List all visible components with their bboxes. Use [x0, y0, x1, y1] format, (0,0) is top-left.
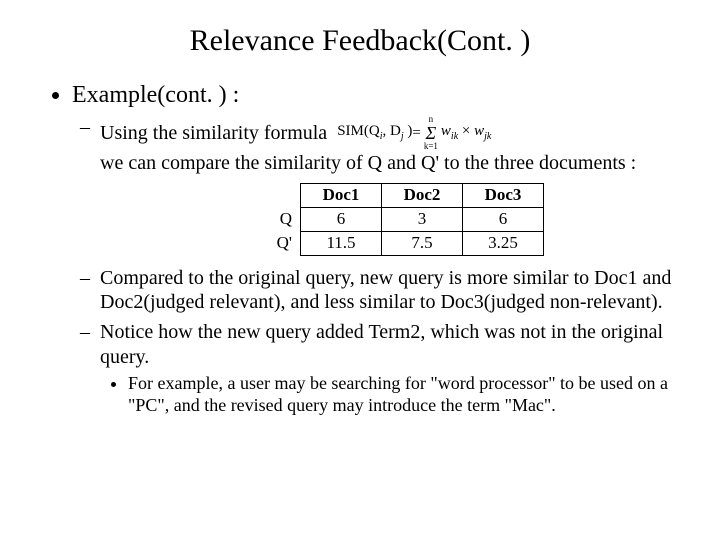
- table-header-doc3: Doc3: [463, 184, 544, 208]
- similarity-table-wrap: Doc1 Doc2 Doc3 Q 6 3 6: [220, 183, 684, 255]
- l1-item-example-text: Example(cont. ) :: [72, 82, 239, 108]
- formula-equals: =: [412, 124, 420, 142]
- l2-item-using-formula: Using the similarity formula SIM(Qi, Dj …: [100, 115, 684, 256]
- sum-lower: k=1: [424, 142, 438, 151]
- row-label-q: Q: [220, 208, 301, 232]
- cell-qprime-doc1: 11.5: [301, 231, 382, 255]
- table-header-spacer: [220, 184, 301, 208]
- similarity-table: Doc1 Doc2 Doc3 Q 6 3 6: [220, 183, 544, 255]
- bullet-list-level1: Example(cont. ) : Using the similarity f…: [36, 82, 684, 417]
- table-row: Q 6 3 6: [220, 208, 544, 232]
- slide: Relevance Feedback(Cont. ) Example(cont.…: [0, 0, 720, 540]
- l2-item1-line1: Using the similarity formula: [100, 121, 327, 145]
- formula-sim: SIM(Q: [337, 123, 380, 139]
- similarity-formula: SIM(Qi, Dj ) = n Σ k=1 wik × wjk: [337, 115, 491, 151]
- table-header-doc2: Doc2: [382, 184, 463, 208]
- slide-title: Relevance Feedback(Cont. ): [36, 24, 684, 58]
- table-row: Q' 11.5 7.5 3.25: [220, 231, 544, 255]
- bullet-list-level2: Using the similarity formula SIM(Qi, Dj …: [72, 115, 684, 417]
- l2-item-notice-text: Notice how the new query added Term2, wh…: [100, 321, 663, 367]
- table-header-doc1: Doc1: [301, 184, 382, 208]
- cell-qprime-doc2: 7.5: [382, 231, 463, 255]
- sigma-icon: Σ: [424, 124, 438, 142]
- formula-w1: w: [441, 123, 451, 139]
- cell-qprime-doc3: 3.25: [463, 231, 544, 255]
- cell-q-doc2: 3: [382, 208, 463, 232]
- cell-q-doc3: 6: [463, 208, 544, 232]
- l2-item-compared: Compared to the original query, new quer…: [100, 266, 684, 315]
- l2-item1-line2: we can compare the similarity of Q and Q…: [100, 151, 684, 175]
- formula-w2-sub: jk: [484, 131, 491, 142]
- formula-close: ): [404, 123, 413, 139]
- l1-item-example: Example(cont. ) : Using the similarity f…: [72, 82, 684, 417]
- formula-times: ×: [458, 123, 474, 139]
- l3-item-example: For example, a user may be searching for…: [128, 373, 684, 417]
- bullet-list-level3: For example, a user may be searching for…: [100, 373, 684, 417]
- l2-item-notice: Notice how the new query added Term2, wh…: [100, 320, 684, 417]
- formula-comma-d: , D: [382, 123, 400, 139]
- table-header-row: Doc1 Doc2 Doc3: [220, 184, 544, 208]
- summation-icon: n Σ k=1: [424, 115, 438, 151]
- row-label-qprime: Q': [220, 231, 301, 255]
- cell-q-doc1: 6: [301, 208, 382, 232]
- formula-line: Using the similarity formula SIM(Qi, Dj …: [100, 115, 684, 151]
- formula-w2: w: [474, 123, 484, 139]
